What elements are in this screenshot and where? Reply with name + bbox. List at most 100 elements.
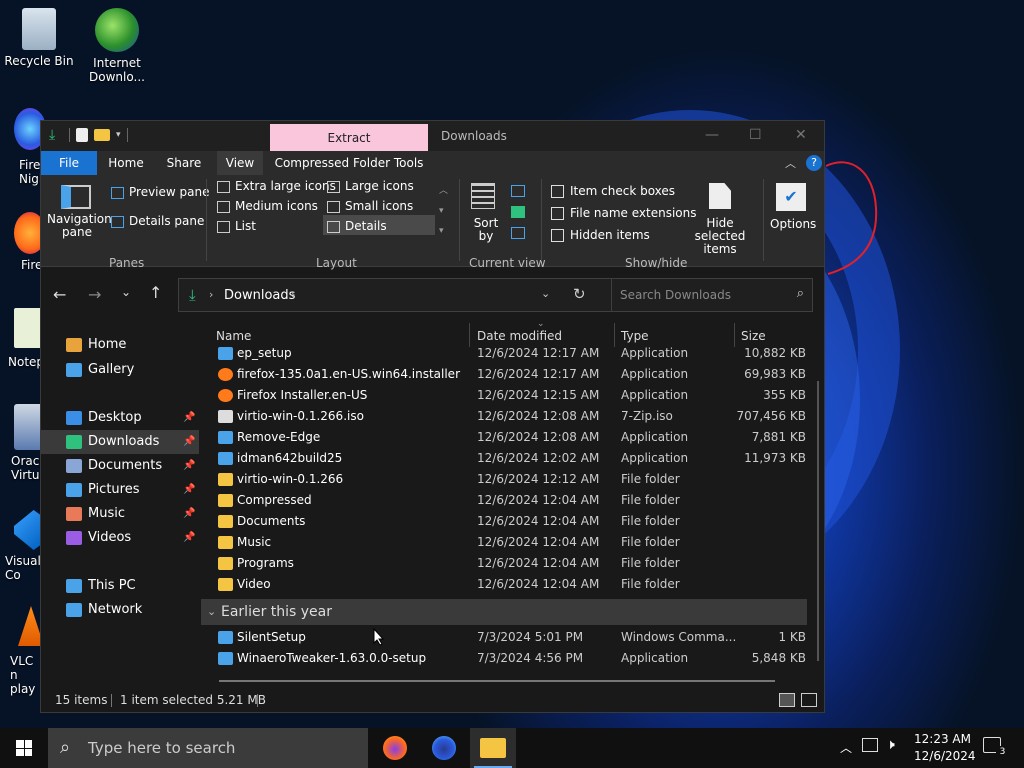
desktop-icon-idm[interactable]: Internet Downlo... [72,8,162,84]
up-button[interactable]: ↑ [149,283,162,302]
sidebar-item-videos[interactable]: Videos 📌 [41,526,199,550]
network-icon[interactable] [862,738,878,752]
notepad-icon[interactable] [14,308,42,348]
firefox-nightly-taskbar-icon[interactable] [432,736,456,760]
file-row[interactable]: WinaeroTweaker-1.63.0.0-setup 7/3/2024 4:… [216,648,806,669]
tab-home[interactable]: Home [101,151,151,175]
download-icon[interactable]: ⤓ [49,127,63,143]
file-row[interactable]: Remove-Edge 12/6/2024 12:08 AM Application… [216,427,806,448]
file-name-extensions-checkbox[interactable] [551,207,564,220]
title-bar[interactable]: ⤓ ▾ Extract Downloads — ☐ ✕ [41,121,824,151]
maximize-button[interactable]: ☐ [749,127,762,143]
options-button[interactable]: Options [770,217,816,231]
column-header-date[interactable]: Date modified [477,329,562,343]
forward-button[interactable]: → [88,285,101,304]
navigation-pane-button[interactable]: Navigation pane [47,213,112,239]
horizontal-scrollbar[interactable] [219,680,775,682]
search-box[interactable]: Search Downloads ⌕ [611,278,813,312]
large-icons-view-button[interactable] [801,693,817,707]
file-row[interactable]: virtio-win-0.1.266 12/6/2024 12:12 AM File… [216,469,806,490]
pin-icon[interactable]: 📌 [183,478,195,502]
address-dropdown-icon[interactable]: ⌄ [541,287,550,300]
hidden-items-checkbox[interactable] [551,229,564,242]
context-tab-extract[interactable]: Extract [270,124,428,151]
help-icon[interactable]: ? [806,155,822,171]
tab-share[interactable]: Share [159,151,209,175]
file-row[interactable]: ep_setup 12/6/2024 12:17 AM Application 10,… [216,343,806,364]
address-bar[interactable]: ⤓ › Downloads › ⌄ ↻ [178,278,639,312]
minimize-button[interactable]: — [705,127,719,143]
size-columns-icon[interactable] [511,227,525,239]
sidebar-item-this-pc[interactable]: This PC [41,574,199,598]
layout-small-icons[interactable]: Small icons [327,199,413,213]
layout-extra-large-icons[interactable]: Extra large icons [217,179,336,193]
pin-icon[interactable]: 📌 [183,454,195,478]
chevron-right-icon[interactable]: › [291,288,295,301]
file-row[interactable]: Programs 12/6/2024 12:04 AM File folder [216,553,806,574]
show-hidden-icons-button[interactable]: ︿ [840,739,852,756]
file-row[interactable]: virtio-win-0.1.266.iso 12/6/2024 12:08 AM… [216,406,806,427]
pin-icon[interactable]: 📌 [183,406,195,430]
group-header-earlier[interactable]: ⌄ Earlier this year [201,599,807,625]
group-by-icon[interactable] [511,185,525,197]
explorer-taskbar-button[interactable] [470,728,516,768]
taskbar-search[interactable]: ⌕ Type here to search [48,728,368,768]
explorer-window[interactable]: ⤓ ▾ Extract Downloads — ☐ ✕ File Home Sh… [40,120,825,713]
item-check-boxes-checkbox[interactable] [551,185,564,198]
sort-by-button[interactable]: Sort by [473,217,499,243]
search-input[interactable]: Search Downloads [620,288,731,302]
preview-pane-button[interactable]: Preview pane [111,185,209,199]
pin-icon[interactable]: 📌 [183,502,195,526]
address-location[interactable]: Downloads [224,288,295,303]
sidebar-item-gallery[interactable]: Gallery [41,358,199,382]
file-row[interactable]: Music 12/6/2024 12:04 AM File folder [216,532,806,553]
sidebar-item-downloads[interactable]: Downloads 📌 [41,430,199,454]
column-header-type[interactable]: Type [621,329,649,343]
pin-icon[interactable]: 📌 [183,526,195,550]
sidebar-item-home[interactable]: Home [41,333,199,357]
volume-icon[interactable]: 🕨 [886,737,895,753]
vertical-scrollbar[interactable] [817,381,819,661]
collapse-ribbon-icon[interactable]: ︿ [785,155,796,171]
hide-selected-items-button[interactable]: Hide selected items [683,217,757,256]
file-row[interactable]: Documents 12/6/2024 12:04 AM File folder [216,511,806,532]
sidebar-item-documents[interactable]: Documents 📌 [41,454,199,478]
tab-view[interactable]: View [217,151,263,175]
search-icon[interactable]: ⌕ [797,286,804,301]
sidebar-item-desktop[interactable]: Desktop 📌 [41,406,199,430]
clock-time[interactable]: 12:23 AM [914,732,971,746]
clock-date[interactable]: 12/6/2024 [914,749,976,763]
refresh-icon[interactable]: ↻ [573,285,586,303]
column-header-name[interactable]: Name [216,329,251,343]
file-row[interactable]: SilentSetup 7/3/2024 5:01 PM Windows Comma… [216,627,806,648]
back-button[interactable]: ← [53,285,66,304]
details-pane-button[interactable]: Details pane [111,214,204,228]
layout-large-icons[interactable]: Large icons [327,179,414,193]
layout-details[interactable]: Details [323,215,435,235]
layout-medium-icons[interactable]: Medium icons [217,199,318,213]
file-row[interactable]: Firefox Installer.en-US 12/6/2024 12:15 A… [216,385,806,406]
properties-icon[interactable] [76,128,88,142]
tab-file[interactable]: File [41,151,97,175]
sidebar-item-music[interactable]: Music 📌 [41,502,199,526]
tab-compressed-folder-tools[interactable]: Compressed Folder Tools [271,151,427,175]
start-button[interactable] [16,740,32,756]
layout-scroll-icon[interactable]: ︿ ▾ ▾ [439,181,448,241]
add-columns-icon[interactable] [511,206,525,218]
file-row[interactable]: Video 12/6/2024 12:04 AM File folder [216,574,806,595]
chevron-down-icon[interactable]: ▾ [116,130,121,140]
taskbar-search-input[interactable]: Type here to search [88,728,235,768]
details-view-button[interactable] [779,693,795,707]
column-header-size[interactable]: Size [741,329,766,343]
new-folder-icon[interactable] [94,129,110,141]
file-row[interactable]: firefox-135.0a1.en-US.win64.installer 12/… [216,364,806,385]
firefox-taskbar-icon[interactable] [383,736,407,760]
file-row[interactable]: Compressed 12/6/2024 12:04 AM File folder [216,490,806,511]
recent-locations-button[interactable]: ⌄ [121,285,131,299]
sidebar-item-pictures[interactable]: Pictures 📌 [41,478,199,502]
pin-icon[interactable]: 📌 [183,430,195,454]
close-button[interactable]: ✕ [795,127,807,143]
file-row[interactable]: idman642build25 12/6/2024 12:02 AM Applica… [216,448,806,469]
sidebar-item-network[interactable]: Network [41,598,199,622]
layout-list[interactable]: List [217,219,256,233]
